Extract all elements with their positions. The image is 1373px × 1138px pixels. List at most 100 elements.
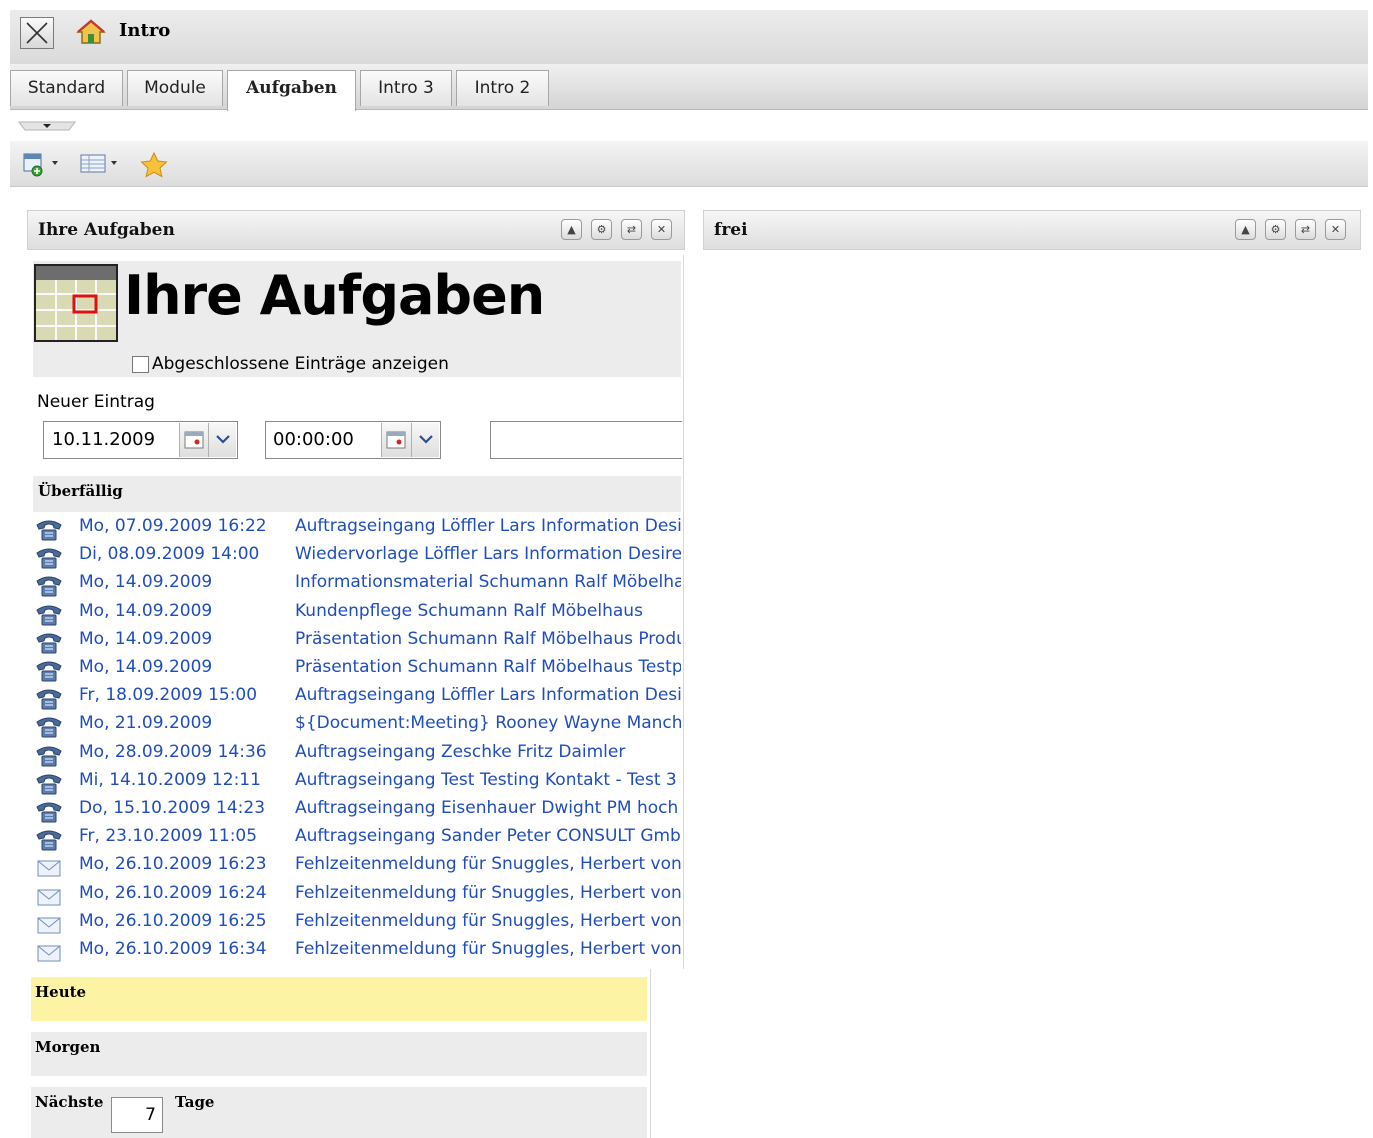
task-row[interactable]: Mo, 14.09.2009 Informationsmaterial Schum…	[33, 571, 683, 599]
today-label: Heute	[35, 983, 87, 1001]
task-date-link[interactable]: Mo, 14.09.2009	[79, 601, 212, 621]
tab-standard[interactable]: Standard	[10, 70, 123, 106]
task-row[interactable]: Mo, 14.09.2009 Kundenpflege Schumann Ralf…	[33, 600, 683, 628]
add-portlet-icon[interactable]	[22, 151, 62, 184]
task-row[interactable]: Di, 08.09.2009 14:00 Wiedervorlage Löffle…	[33, 543, 683, 571]
task-subject-link[interactable]: Auftragseingang Sander Peter CONSULT Gmb	[295, 826, 681, 846]
time-dropdown-button[interactable]	[411, 423, 439, 457]
phone-icon	[35, 604, 63, 631]
portlet-header-aufgaben[interactable]: Ihre Aufgaben ▲ ⚙ ⇄ ✕	[27, 210, 685, 250]
date-dropdown-button[interactable]	[208, 423, 236, 457]
task-subject-link[interactable]: Auftragseingang Zeschke Fritz Daimler	[295, 742, 681, 762]
task-subject-link[interactable]: Kundenpflege Schumann Ralf Möbelhaus	[295, 601, 681, 621]
task-subject-link[interactable]: Fehlzeitenmeldung für Snuggles, Herbert …	[295, 854, 681, 874]
task-row[interactable]: Mo, 26.10.2009 16:24 Fehlzeitenmeldung fü…	[33, 882, 683, 910]
window-title: Intro	[119, 20, 171, 41]
tab-aufgaben[interactable]: Aufgaben	[227, 70, 356, 111]
task-date-link[interactable]: Mo, 28.09.2009 14:36	[79, 742, 267, 762]
layout-icon[interactable]	[79, 151, 123, 184]
task-date-link[interactable]: Mo, 21.09.2009	[79, 713, 212, 733]
task-subject-link[interactable]: Auftragseingang Löffler Lars Information…	[295, 685, 681, 705]
show-completed-checkbox[interactable]	[132, 356, 149, 373]
task-row[interactable]: Mo, 26.10.2009 16:25 Fehlzeitenmeldung fü…	[33, 910, 683, 938]
calendar-small-icon	[184, 431, 204, 449]
phone-icon	[35, 773, 63, 800]
task-subject-link[interactable]: Wiedervorlage Löffler Lars Information D…	[295, 544, 681, 564]
date-picker-button[interactable]	[179, 423, 209, 457]
task-date-link[interactable]: Mi, 14.10.2009 12:11	[79, 770, 261, 790]
task-subject-link[interactable]: Fehlzeitenmeldung für Snuggles, Herbert …	[295, 911, 681, 931]
close-portlet-button[interactable]: ✕	[1325, 219, 1346, 240]
home-icon[interactable]	[76, 19, 106, 50]
task-date-link[interactable]: Mo, 07.09.2009 16:22	[79, 516, 267, 536]
task-date-link[interactable]: Mo, 14.09.2009	[79, 629, 212, 649]
refresh-portlet-button[interactable]: ⇄	[621, 219, 642, 240]
phone-icon	[35, 688, 63, 715]
settings-portlet-button[interactable]: ⚙	[1265, 219, 1286, 240]
task-subject-link[interactable]: Auftragseingang Löffler Lars Information…	[295, 516, 681, 536]
task-date-link[interactable]: Mo, 14.09.2009	[79, 572, 212, 592]
task-row[interactable]: Mo, 07.09.2009 16:22 Auftragseingang Löff…	[33, 515, 683, 543]
task-subject-link[interactable]: Fehlzeitenmeldung für Snuggles, Herbert …	[295, 939, 681, 959]
page-title: Ihre Aufgaben	[124, 264, 545, 327]
today-section: Heute	[31, 977, 647, 1021]
task-subject-link[interactable]: Informationsmaterial Schumann Ralf Möbel…	[295, 572, 681, 592]
task-date-link[interactable]: Fr, 18.09.2009 15:00	[79, 685, 257, 705]
portlet-header-frei[interactable]: frei ▲ ⚙ ⇄ ✕	[703, 210, 1361, 250]
task-subject-link[interactable]: Präsentation Schumann Ralf Möbelhaus Pro…	[295, 629, 681, 649]
phone-icon	[35, 575, 63, 602]
next-label: Nächste	[35, 1093, 104, 1111]
portlet-border	[683, 255, 684, 969]
close-portlet-button[interactable]: ✕	[651, 219, 672, 240]
task-row[interactable]: Mo, 26.10.2009 16:23 Fehlzeitenmeldung fü…	[33, 853, 683, 881]
task-date-link[interactable]: Mo, 26.10.2009 16:34	[79, 939, 267, 959]
calendar-small-icon	[386, 431, 406, 449]
portlet-title: Ihre Aufgaben	[38, 220, 175, 240]
new-entry-text-field[interactable]	[490, 421, 682, 459]
show-completed-label: Abgeschlossene Einträge anzeigen	[152, 354, 449, 374]
refresh-portlet-button[interactable]: ⇄	[1295, 219, 1316, 240]
task-row[interactable]: Mo, 21.09.2009 ${Document:Meeting} Rooney…	[33, 712, 683, 740]
new-entry-time-value: 00:00:00	[273, 429, 354, 450]
task-subject-link[interactable]: ${Document:Meeting} Rooney Wayne Manche	[295, 713, 681, 733]
time-picker-button[interactable]	[381, 423, 411, 457]
envelope-icon	[35, 914, 63, 941]
task-row[interactable]: Mi, 14.10.2009 12:11 Auftragseingang Test…	[33, 769, 683, 797]
task-row[interactable]: Mo, 14.09.2009 Präsentation Schumann Ralf…	[33, 656, 683, 684]
close-icon	[26, 22, 48, 44]
task-date-link[interactable]: Di, 08.09.2009 14:00	[79, 544, 259, 564]
portlet-border	[650, 969, 651, 1138]
favorite-star-icon[interactable]	[139, 151, 169, 184]
task-date-link[interactable]: Mo, 14.09.2009	[79, 657, 212, 677]
task-row[interactable]: Mo, 14.09.2009 Präsentation Schumann Ralf…	[33, 628, 683, 656]
phone-icon	[35, 716, 63, 743]
task-row[interactable]: Fr, 18.09.2009 15:00 Auftragseingang Löff…	[33, 684, 683, 712]
task-date-link[interactable]: Fr, 23.10.2009 11:05	[79, 826, 257, 846]
settings-portlet-button[interactable]: ⚙	[591, 219, 612, 240]
collapse-handle[interactable]	[17, 117, 77, 131]
task-subject-link[interactable]: Auftragseingang Eisenhauer Dwight PM hoc…	[295, 798, 681, 818]
task-date-link[interactable]: Mo, 26.10.2009 16:25	[79, 911, 267, 931]
task-subject-link[interactable]: Fehlzeitenmeldung für Snuggles, Herbert …	[295, 883, 681, 903]
calendar-icon	[34, 264, 118, 347]
task-row[interactable]: Mo, 28.09.2009 14:36 Auftragseingang Zesc…	[33, 741, 683, 769]
task-row[interactable]: Fr, 23.10.2009 11:05 Auftragseingang Sand…	[33, 825, 683, 853]
collapse-portlet-button[interactable]: ▲	[561, 219, 582, 240]
task-subject-link[interactable]: Auftragseingang Test Testing Kontakt - T…	[295, 770, 681, 790]
new-entry-date-value: 10.11.2009	[52, 429, 156, 450]
task-row[interactable]: Do, 15.10.2009 14:23 Auftragseingang Eise…	[33, 797, 683, 825]
task-date-link[interactable]: Mo, 26.10.2009 16:24	[79, 883, 267, 903]
close-window-button[interactable]	[20, 17, 54, 49]
task-subject-link[interactable]: Präsentation Schumann Ralf Möbelhaus Tes…	[295, 657, 681, 677]
task-row[interactable]: Mo, 26.10.2009 16:34 Fehlzeitenmeldung fü…	[33, 938, 683, 966]
collapse-portlet-button[interactable]: ▲	[1235, 219, 1256, 240]
tab-intro-2[interactable]: Intro 2	[456, 70, 549, 106]
phone-icon	[35, 745, 63, 772]
task-date-link[interactable]: Mo, 26.10.2009 16:23	[79, 854, 267, 874]
portlet-title: frei	[714, 220, 748, 240]
tab-intro-3[interactable]: Intro 3	[360, 70, 452, 106]
next-days-input[interactable]: 7	[111, 1097, 163, 1133]
overdue-label: Überfällig	[38, 482, 123, 500]
tab-module[interactable]: Module	[127, 70, 223, 106]
task-date-link[interactable]: Do, 15.10.2009 14:23	[79, 798, 265, 818]
